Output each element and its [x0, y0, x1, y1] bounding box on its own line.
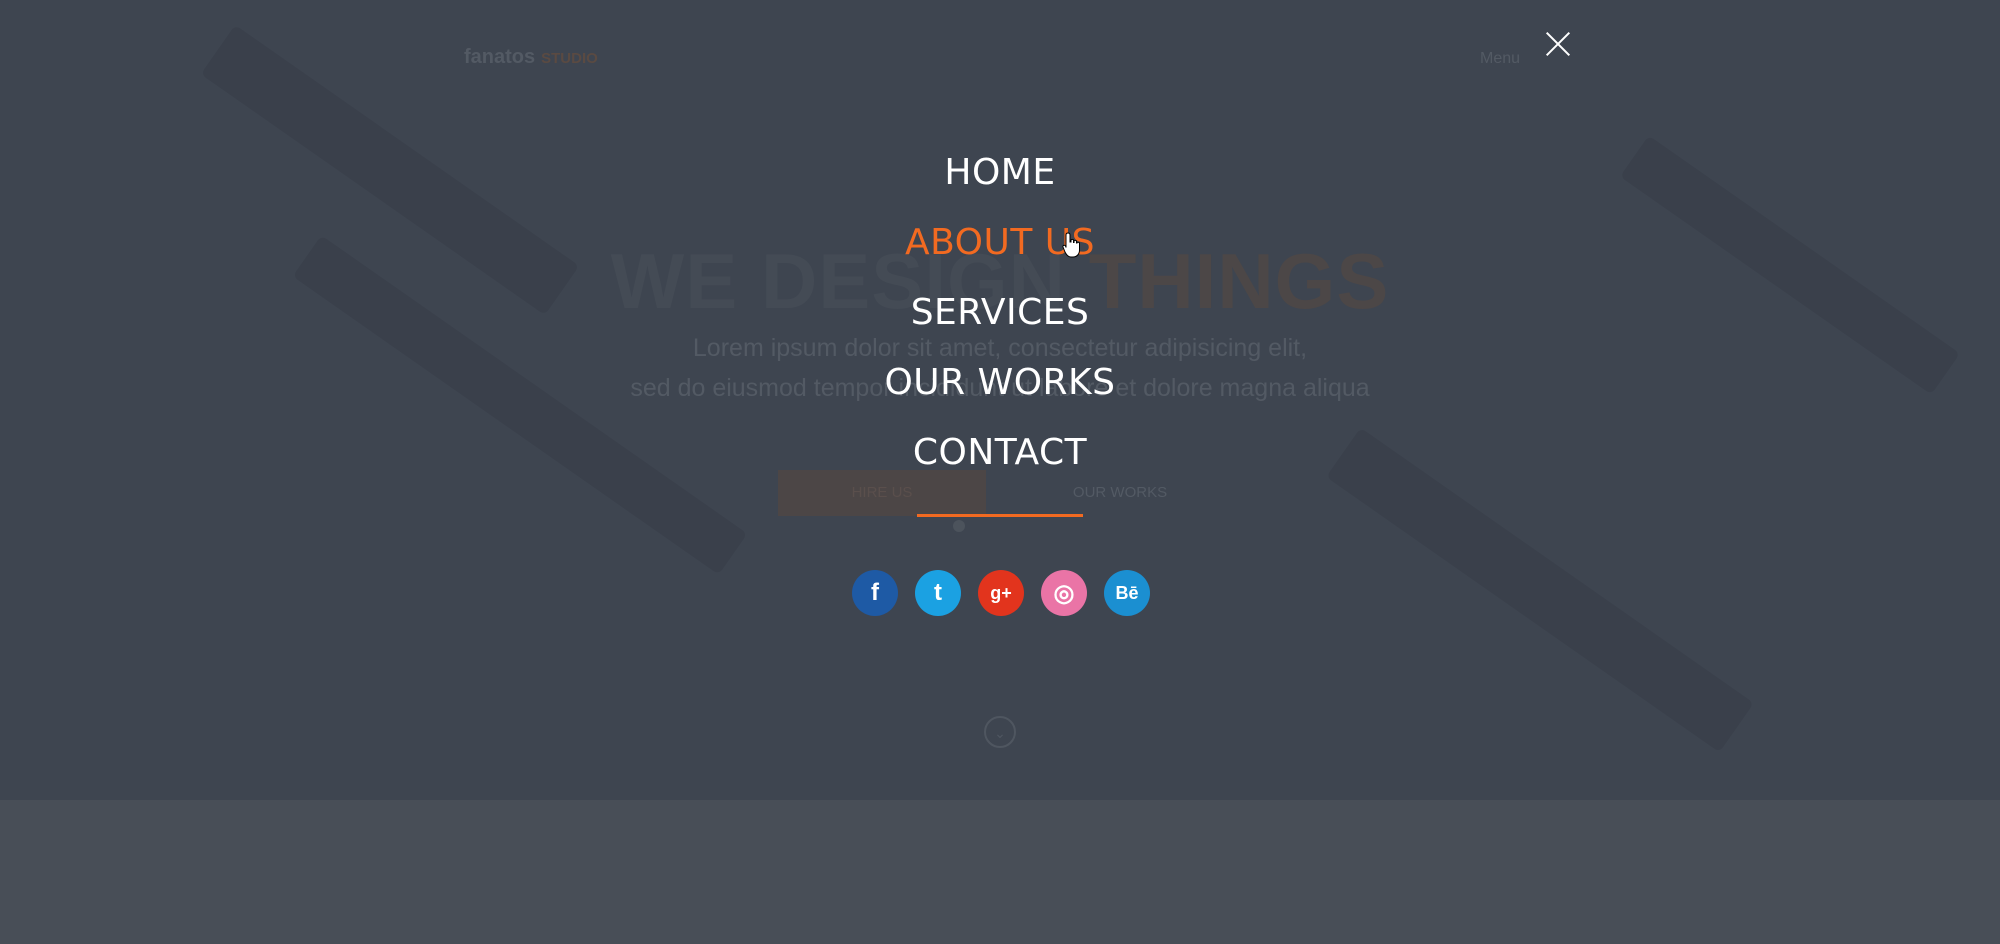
facebook-icon[interactable]: f: [852, 570, 898, 616]
logo-accent: STUDIO: [541, 50, 598, 67]
google-plus-icon[interactable]: g+: [978, 570, 1024, 616]
close-icon[interactable]: [1540, 26, 1576, 62]
menu-label: Menu: [1480, 50, 1521, 67]
nav-item-our-works[interactable]: OUR WORKS: [0, 348, 2000, 418]
site-logo: fanatos STUDIO: [464, 46, 598, 69]
nav-item-about-us[interactable]: ABOUT US: [0, 208, 2000, 278]
dribbble-icon[interactable]: ◎: [1041, 570, 1087, 616]
nav-item-services[interactable]: SERVICES: [0, 278, 2000, 348]
social-links: f t g+ ◎ Bē: [852, 570, 1150, 616]
logo-name: fanatos: [464, 46, 536, 68]
overlay-nav: HOME ABOUT US SERVICES OUR WORKS CONTACT: [0, 138, 2000, 488]
twitter-icon[interactable]: t: [915, 570, 961, 616]
behance-icon[interactable]: Bē: [1104, 570, 1150, 616]
nav-item-contact[interactable]: CONTACT: [0, 418, 2000, 488]
next-section: [0, 800, 2000, 944]
hand-cursor-icon: [1062, 232, 1080, 258]
nav-active-underline: [917, 514, 1083, 517]
nav-item-home[interactable]: HOME: [0, 138, 2000, 208]
scroll-down-icon: ⌄: [984, 716, 1016, 748]
slider-dot: [953, 520, 965, 532]
